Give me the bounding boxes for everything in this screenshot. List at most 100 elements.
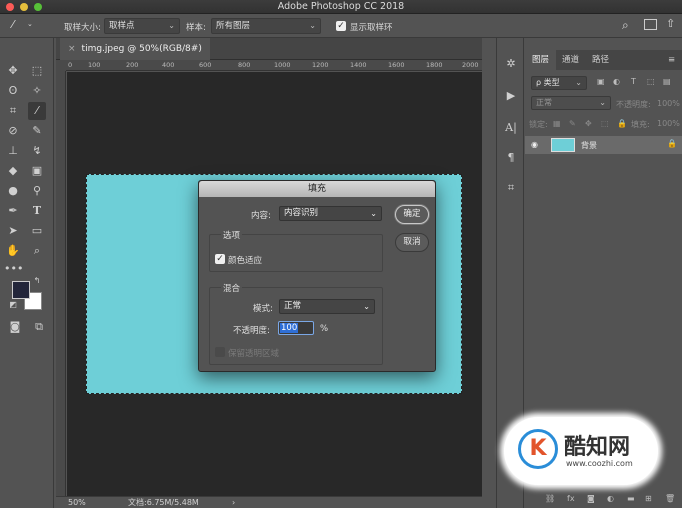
opacity-unit: % (320, 324, 329, 334)
eraser-tool-icon[interactable]: ◆ (4, 162, 22, 180)
quick-mask-icon[interactable]: ◙ (6, 318, 24, 336)
marquee-tool-icon[interactable]: ⬚ (28, 62, 46, 80)
gradient-tool-icon[interactable]: ▣ (28, 162, 46, 180)
character-icon[interactable]: A| (501, 118, 521, 138)
move-tool-icon[interactable]: ✥ (4, 62, 22, 80)
dialog-title: 填充 (199, 181, 435, 197)
opacity-value: 100 (280, 323, 299, 333)
tab-paths[interactable]: 路径 (585, 50, 616, 70)
opacity-input[interactable]: 100 (278, 321, 314, 335)
mode-select[interactable]: 正常 ⌄ (279, 299, 375, 314)
zoom-window-button[interactable] (34, 3, 42, 11)
add-mask-icon[interactable]: ◙ (587, 494, 595, 503)
lasso-tool-icon[interactable]: ʘ (4, 82, 22, 100)
watermark: K 酷知网 www.coozhi.com (504, 417, 658, 485)
default-colors-icon[interactable]: ◩ (8, 300, 18, 310)
filter-shape-icon[interactable]: ⬚ (647, 77, 655, 86)
mode-value: 正常 (284, 301, 302, 311)
filter-adjustment-icon[interactable]: ◐ (613, 77, 620, 86)
chevron-down-icon: ⌄ (363, 302, 370, 311)
tab-layers[interactable]: 图层 (525, 50, 557, 70)
preserve-transparency-checkbox[interactable] (215, 347, 225, 357)
layer-row[interactable]: ◉ 背景 🔒 (525, 136, 682, 154)
path-selection-tool-icon[interactable]: ➤ (4, 222, 22, 240)
color-adapt-checkbox[interactable]: ✓ (215, 254, 225, 264)
plugins-icon[interactable]: ✲ (501, 54, 521, 74)
lock-all-icon[interactable]: 🔒 (617, 119, 627, 128)
link-layers-icon[interactable]: ⛓ (545, 494, 555, 503)
sample-size-select[interactable]: 取样点 ⌄ (104, 18, 180, 34)
doc-info: 文档:6.75M/5.48M (128, 498, 199, 507)
layer-lock-icon: 🔒 (667, 139, 677, 148)
history-brush-tool-icon[interactable]: ↯ (28, 142, 46, 160)
new-layer-icon[interactable]: ⊞ (645, 494, 652, 503)
chevron-down-icon: ⌄ (599, 98, 606, 107)
healing-brush-tool-icon[interactable]: ⊘ (4, 122, 22, 140)
panel-menu-icon[interactable]: ≡ (661, 50, 682, 70)
new-group-icon[interactable]: ▬ (627, 494, 635, 503)
more-tools-icon[interactable]: ••• (4, 260, 23, 278)
watermark-logo-letter: K (529, 436, 547, 461)
ruler-tick-label: 1200 (312, 61, 329, 69)
crop-tool-icon[interactable]: ⌗ (4, 102, 22, 120)
ruler-tick-label: 400 (162, 61, 175, 69)
crop-properties-icon[interactable]: ⌗ (501, 178, 521, 198)
cancel-button[interactable]: 取消 (395, 233, 429, 252)
watermark-name: 酷知网 (564, 435, 631, 460)
layer-style-icon[interactable]: fx (567, 494, 575, 503)
watermark-logo: K (518, 429, 558, 469)
zoom-tool-icon[interactable]: ⌕ (28, 242, 46, 260)
tab-channels[interactable]: 通道 (555, 50, 586, 70)
show-ring-checkbox[interactable]: ✓ (336, 21, 346, 31)
rectangle-tool-icon[interactable]: ▭ (28, 222, 46, 240)
document-tab[interactable]: × timg.jpeg @ 50%(RGB/8#) (60, 38, 210, 60)
swap-colors-icon[interactable]: ↰ (32, 276, 42, 286)
content-select[interactable]: 内容识别 ⌄ (279, 206, 382, 221)
hand-tool-icon[interactable]: ✋ (4, 242, 22, 260)
close-tab-icon[interactable]: × (68, 44, 76, 54)
filter-smart-object-icon[interactable]: ▤ (663, 77, 671, 86)
horizontal-ruler: 0 100 200 400 600 800 1000 1200 1400 160… (66, 60, 482, 71)
chevron-down-icon: ⌄ (370, 209, 377, 218)
lock-pixels-icon[interactable]: ▦ (553, 119, 561, 128)
type-tool-icon[interactable]: T (28, 202, 46, 220)
share-icon[interactable]: ⇧ (666, 17, 675, 30)
eyedropper-tool-icon[interactable]: ⁄ (12, 18, 14, 31)
lock-position-icon[interactable]: ✥ (585, 119, 592, 128)
delete-layer-icon[interactable]: 🗑 (665, 494, 675, 503)
lock-artboard-icon[interactable]: ⬚ (601, 119, 609, 128)
sample-label: 样本: (186, 23, 206, 33)
brush-tool-icon[interactable]: ✎ (28, 122, 46, 140)
ruler-tick-label: 800 (238, 61, 251, 69)
foreground-color-swatch[interactable] (12, 281, 30, 299)
filter-pixel-icon[interactable]: ▣ (597, 77, 605, 86)
magic-wand-tool-icon[interactable]: ✧ (28, 82, 46, 100)
actions-play-icon[interactable]: ▶ (501, 86, 521, 106)
close-window-button[interactable] (6, 3, 14, 11)
layer-filter-select[interactable]: ρ 类型 ⌄ (531, 76, 587, 90)
layer-opacity-value[interactable]: 100% (657, 99, 680, 108)
pen-tool-icon[interactable]: ✒ (4, 202, 22, 220)
blend-mode-select[interactable]: 正常 ⌄ (531, 96, 611, 110)
lock-paint-icon[interactable]: ✎ (569, 119, 576, 128)
status-menu-chevron-icon[interactable]: › (232, 497, 235, 508)
visibility-eye-icon[interactable]: ◉ (531, 140, 538, 149)
clone-stamp-tool-icon[interactable]: ⊥ (4, 142, 22, 160)
minimize-window-button[interactable] (20, 3, 28, 11)
ok-button[interactable]: 确定 (395, 205, 429, 224)
dodge-tool-icon[interactable]: ⚲ (28, 182, 46, 200)
fill-value[interactable]: 100% (657, 119, 680, 128)
opacity-label: 不透明度: (233, 326, 270, 336)
chevron-down-icon: ⌄ (575, 78, 582, 87)
search-icon[interactable]: ⌕ (622, 18, 629, 33)
tool-preset-chevron-icon[interactable]: ⌄ (27, 20, 33, 28)
new-adjustment-icon[interactable]: ◐ (607, 494, 614, 503)
blur-tool-icon[interactable]: ● (4, 182, 22, 200)
paragraph-icon[interactable]: ¶ (501, 148, 521, 168)
eyedropper-tool-icon[interactable]: ⁄ (28, 102, 46, 120)
screen-mode-icon[interactable]: ⧉ (30, 318, 48, 336)
zoom-level[interactable]: 50% (68, 497, 86, 508)
sample-select[interactable]: 所有图层 ⌄ (211, 18, 321, 34)
workspace-icon[interactable] (644, 19, 657, 30)
filter-type-icon[interactable]: T (631, 77, 636, 86)
